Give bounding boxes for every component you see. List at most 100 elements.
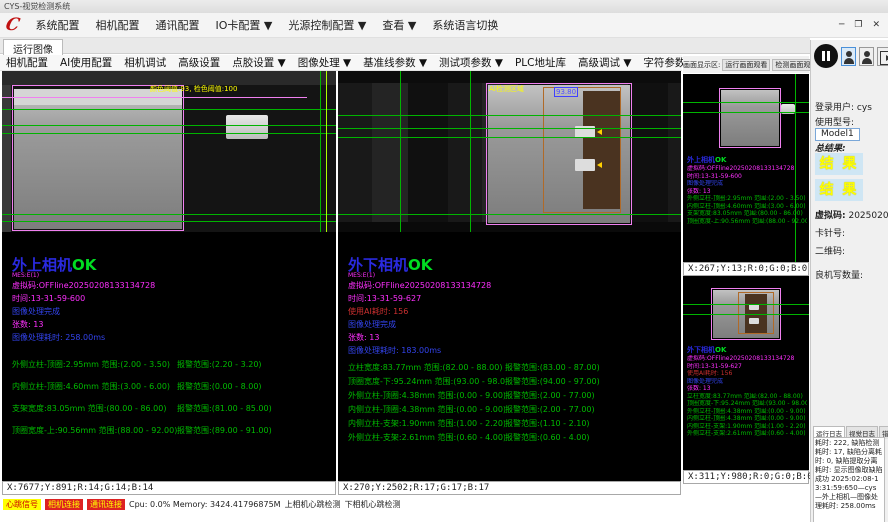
- process-elapsed: 图像处理耗时: 183.00ms: [348, 344, 677, 357]
- frame-count: 张数: 13: [687, 188, 807, 196]
- app-logo-icon: C: [4, 15, 22, 35]
- user-icon[interactable]: [859, 47, 874, 66]
- exit-icon[interactable]: [877, 47, 888, 66]
- mid-camera-view: AI检测区域 93.80 外下相机OK MES:E(1) 虚拟码:OFFline…: [338, 71, 681, 481]
- tool-advanced-debug[interactable]: 高级调试 ▼: [572, 55, 637, 70]
- vcode-label: 虚拟码:: [815, 211, 846, 221]
- vcode-row: 虚拟码: 20250208: [815, 208, 888, 221]
- sidebar: 登录用户: cys 使用型号: Model1 总结果: 结 果 结 果 虚拟码:…: [810, 40, 888, 522]
- measurement-row: 外侧立柱-顶圈:4.38mm 范围:(0.00 - 9.00)报警范围:(2.0…: [348, 389, 677, 403]
- tool-ai-config[interactable]: AI使用配置: [54, 55, 118, 70]
- ai-roi-box: [543, 87, 621, 213]
- virtual-code: 虚拟码:OFFline20250208133134728: [687, 355, 807, 363]
- tool-advanced-settings[interactable]: 高级设置: [172, 55, 226, 70]
- ai-elapsed: 使用AI耗时: 156: [348, 305, 677, 318]
- bright-feature: [749, 318, 759, 324]
- preview-tab-run[interactable]: 运行画面观看: [722, 59, 770, 71]
- mid-camera-image[interactable]: AI检测区域 93.80: [338, 71, 681, 232]
- tool-camera-config[interactable]: 相机配置: [0, 55, 54, 70]
- menu-comm-config[interactable]: 通讯配置: [148, 15, 208, 35]
- scene-band: [2, 71, 11, 232]
- alarm-range: 报警范围:(1.10 - 2.10): [505, 417, 590, 431]
- model-value[interactable]: Model1: [815, 128, 860, 141]
- alarm-range: 报警范围:(94.00 - 97.00): [505, 375, 600, 389]
- alarm-range: 报警范围:(2.00 - 77.00): [505, 389, 595, 403]
- camera-name: 外下相机: [687, 346, 715, 354]
- tool-test-params[interactable]: 测试项参数 ▼: [433, 55, 509, 70]
- measure-value: 外侧立柱-顶圈:2.95mm 范围:(2.00 - 3.50): [687, 195, 807, 203]
- measure-line: [683, 314, 809, 315]
- thumb-info: 外下相机OK 虚拟码:OFFline20250208133134728 时间:1…: [687, 346, 807, 438]
- mid-camera-coords: X:270;Y:2502;R:17;G:17;B:17: [338, 481, 681, 495]
- menu-camera-config[interactable]: 相机配置: [88, 15, 148, 35]
- result-ok: OK: [72, 256, 96, 274]
- measure-value: 外侧立柱-顶圈:2.95mm 范围:(2.00 - 3.50): [12, 354, 177, 376]
- close-icon[interactable]: ✕: [872, 20, 880, 30]
- tool-dispense-settings[interactable]: 点胶设置 ▼: [226, 55, 291, 70]
- camera-name: 外上相机: [687, 156, 715, 164]
- qr-label: 二维码:: [815, 244, 845, 257]
- alarm-range: 报警范围:(2.00 - 77.00): [505, 403, 595, 417]
- menu-light-config[interactable]: 光源控制配置 ▼: [280, 15, 374, 35]
- measure-line: [2, 109, 336, 110]
- menu-system-config[interactable]: 系统配置: [28, 15, 88, 35]
- minimize-icon[interactable]: ─: [839, 20, 844, 30]
- login-value: cys: [857, 103, 872, 113]
- capture-time: 时间:13-31-59-627: [687, 363, 807, 371]
- thumbnail-upper[interactable]: 外上相机OK 虚拟码:OFFline20250208133134728 时间:1…: [683, 74, 809, 262]
- measure-value: 内侧立柱-支架:1.90mm 范围:(1.00 - 2.20): [348, 417, 505, 431]
- titlebar: CYS-视觉检测系统: [0, 0, 888, 13]
- measure-value: 内侧立柱-支架:1.90mm 范围:(1.00 - 2.20): [687, 423, 807, 431]
- tool-plc-address[interactable]: PLC地址库: [509, 55, 572, 70]
- alarm-range: 报警范围:(0.60 - 4.00): [505, 431, 590, 445]
- capture-time: 时间:13-31-59-627: [348, 292, 677, 305]
- left-camera-image[interactable]: 颜色阈值:93, 检色阈值:100: [2, 71, 336, 232]
- measurement-row: 外侧立柱-支架:2.61mm 范围:(0.60 - 4.00)报警范围:(0.6…: [348, 431, 677, 445]
- log-output[interactable]: 耗时: 222, 缺陷检测耗时: 17, 缺陷分离耗时: 0, 缺陷提取分离耗时…: [813, 437, 885, 522]
- measure-value: 外侧立柱-支架:2.61mm 范围:(0.60 - 4.00): [687, 430, 807, 438]
- virtual-code: 虚拟码:OFFline20250208133134728: [12, 279, 332, 292]
- model-row: 使用型号: Model1: [815, 115, 860, 141]
- menubar: C 系统配置 相机配置 通讯配置 IO卡配置 ▼ 光源控制配置 ▼ 查看 ▼ 系…: [0, 13, 888, 38]
- measure-line: [338, 128, 681, 129]
- connector-part: [226, 115, 268, 139]
- preview-header: 画面显示区: 运行画面观看 检测画面观看: [683, 56, 809, 73]
- window-controls: ─ ❐ ✕: [839, 20, 888, 30]
- maximize-icon[interactable]: ❐: [854, 20, 862, 30]
- scene-band: [2, 71, 336, 85]
- measure-value: 立柱宽度:83.77mm 范围:(82.00 - 88.00): [687, 393, 807, 401]
- process-done: 图像处理完成: [12, 305, 332, 318]
- measure-vline: [320, 71, 321, 232]
- measure-line: [683, 102, 809, 103]
- measure-value: 外侧立柱-顶圈:4.38mm 范围:(0.00 - 9.00): [348, 389, 505, 403]
- measure-line: [2, 214, 336, 215]
- measure-line: [683, 304, 809, 305]
- user-selected-icon[interactable]: [841, 47, 856, 66]
- alarm-range: 报警范围:(83.00 - 87.00): [505, 361, 600, 375]
- tool-baseline-params[interactable]: 基准线参数 ▼: [357, 55, 433, 70]
- measure-value: 顶圈宽度-上:90.56mm 范围:(88.00 - 92.00): [12, 420, 177, 442]
- camera-link-badge: 相机连接: [45, 499, 83, 510]
- sidebar-buttons: [814, 44, 888, 68]
- menu-view[interactable]: 查看 ▼: [374, 15, 424, 35]
- measure-line: [338, 137, 681, 138]
- pause-icon[interactable]: [814, 44, 838, 68]
- result-badge-1: 结 果: [815, 153, 863, 175]
- tool-camera-debug[interactable]: 相机调试: [118, 55, 172, 70]
- tool-image-processing[interactable]: 图像处理 ▼: [292, 55, 357, 70]
- menu-language-switch[interactable]: 系统语言切换: [424, 15, 506, 35]
- measure-line: [2, 125, 336, 126]
- pin-label: 卡针号:: [815, 226, 845, 239]
- measurement-list: 外侧立柱-顶圈:2.95mm 范围:(2.00 - 3.50)报警范围:(2.2…: [12, 354, 332, 442]
- menu-io-config[interactable]: IO卡配置 ▼: [208, 15, 281, 35]
- thumbnail-lower[interactable]: 外下相机OK 虚拟码:OFFline20250208133134728 时间:1…: [683, 276, 809, 470]
- process-done: 图像处理完成: [687, 378, 807, 386]
- measurement-row: 顶圈宽度-上:90.56mm 范围:(88.00 - 92.00)报警范围:(8…: [12, 420, 332, 442]
- yellow-marker-icon: [597, 129, 602, 135]
- measure-value: 内侧立柱-顶圈:4.38mm 范围:(0.00 - 9.00): [348, 403, 505, 417]
- roi-box: [12, 85, 184, 231]
- toolbar: 相机配置 AI使用配置 相机调试 高级设置 点胶设置 ▼ 图像处理 ▼ 基准线参…: [0, 55, 682, 71]
- measure-value: 立柱宽度:83.77mm 范围:(82.00 - 88.00): [348, 361, 505, 375]
- left-camera-view: 颜色阈值:93, 检色阈值:100 外上相机OK MES:E(1) 虚拟码:OF…: [2, 71, 336, 481]
- bottom-statusbar: 心跳信号 相机连接 通讯连接 Cpu: 0.0% Memory: 3424.41…: [0, 497, 810, 511]
